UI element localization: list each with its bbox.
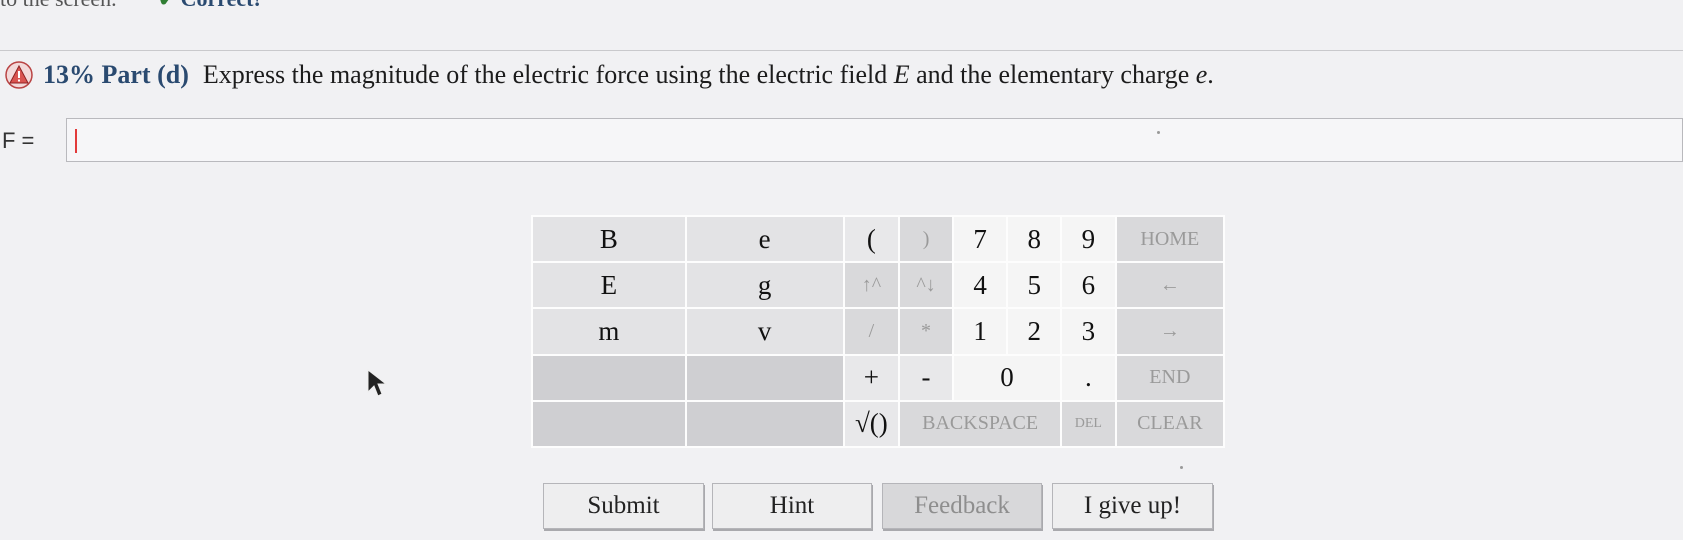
key-left-arrow[interactable]: ← — [1114, 261, 1226, 310]
warning-icon — [5, 61, 33, 89]
key-end[interactable]: END — [1114, 353, 1226, 402]
key-open-paren[interactable]: ( — [842, 214, 901, 264]
feedback-button[interactable]: Feedback — [882, 483, 1042, 529]
correct-label: Correct! — [181, 0, 261, 11]
divider — [0, 50, 1683, 51]
key-home[interactable]: HOME — [1114, 214, 1226, 264]
key-clear[interactable]: CLEAR — [1114, 399, 1226, 449]
key-del[interactable]: DEL — [1060, 399, 1117, 449]
key-B[interactable]: B — [531, 214, 687, 264]
key-v[interactable]: v — [684, 307, 845, 356]
answer-row: F = — [0, 116, 1683, 166]
var-e: e — [1195, 60, 1208, 89]
key-8[interactable]: 8 — [1006, 214, 1063, 264]
key-superscript-up[interactable]: ↑^ — [842, 261, 901, 310]
key-plus[interactable]: + — [842, 353, 901, 402]
question-prompt: 13% Part (d) Express the magnitude of th… — [5, 60, 1214, 90]
screen-speck — [1157, 131, 1160, 134]
key-right-arrow[interactable]: → — [1114, 307, 1226, 356]
previous-part-strip: to the screen. ✔ Correct! — [0, 0, 1683, 14]
give-up-button[interactable]: I give up! — [1052, 483, 1213, 529]
key-superscript-down[interactable]: ^↓ — [898, 261, 954, 310]
key-0[interactable]: 0 — [951, 353, 1063, 402]
key-empty — [684, 399, 845, 449]
key-empty — [531, 353, 687, 402]
key-empty — [684, 353, 845, 402]
key-2[interactable]: 2 — [1006, 307, 1063, 356]
key-9[interactable]: 9 — [1060, 214, 1117, 264]
key-E[interactable]: E — [531, 261, 687, 310]
key-backspace[interactable]: BACKSPACE — [898, 399, 1063, 449]
key-empty — [531, 399, 687, 449]
mouse-pointer-icon — [367, 368, 388, 397]
submit-button[interactable]: Submit — [543, 483, 704, 529]
key-multiply[interactable]: * — [898, 307, 954, 356]
key-g[interactable]: g — [684, 261, 845, 310]
key-7[interactable]: 7 — [951, 214, 1009, 264]
key-1[interactable]: 1 — [951, 307, 1009, 356]
part-label: 13% Part (d) — [43, 60, 189, 89]
var-E: E — [893, 60, 910, 89]
question-text: Express the magnitude of the electric fo… — [202, 60, 1214, 89]
text-caret — [75, 129, 77, 153]
answer-input[interactable] — [66, 118, 1683, 162]
key-minus[interactable]: - — [898, 353, 954, 402]
key-e[interactable]: e — [684, 214, 845, 264]
key-m[interactable]: m — [531, 307, 687, 356]
key-decimal[interactable]: . — [1060, 353, 1117, 402]
hint-button[interactable]: Hint — [712, 483, 872, 529]
equation-keypad: B e ( ) 7 8 9 HOME E g ↑^ ^↓ 4 5 6 ← m v… — [531, 214, 1226, 449]
answer-label: F = — [2, 128, 35, 153]
previous-text: to the screen. — [0, 0, 117, 11]
screen-speck — [1180, 466, 1183, 469]
key-5[interactable]: 5 — [1006, 261, 1063, 310]
key-4[interactable]: 4 — [951, 261, 1009, 310]
key-3[interactable]: 3 — [1060, 307, 1117, 356]
key-divide[interactable]: / — [842, 307, 901, 356]
key-sqrt[interactable]: √() — [842, 399, 901, 449]
key-close-paren[interactable]: ) — [898, 214, 954, 264]
check-icon: ✔ — [158, 0, 176, 11]
key-6[interactable]: 6 — [1060, 261, 1117, 310]
